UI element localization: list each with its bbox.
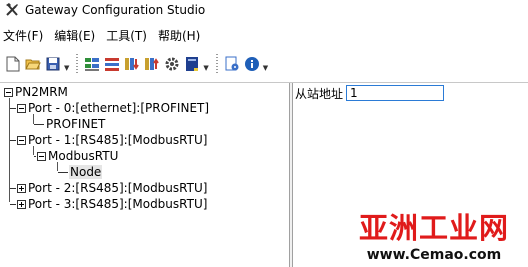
delete-module-icon[interactable] bbox=[103, 55, 121, 73]
tree-node-modbusrtu[interactable]: ModbusRTU bbox=[34, 148, 119, 164]
toolbar: ▼ ▼ ▼ bbox=[0, 50, 528, 78]
tree-connector bbox=[10, 187, 16, 189]
menu-file[interactable]: 文件(F) bbox=[0, 27, 51, 44]
toolbar-separator bbox=[214, 54, 219, 74]
menu-help[interactable]: 帮助(H) bbox=[155, 27, 208, 44]
collapse-icon[interactable] bbox=[4, 87, 13, 97]
tree-node-label: Node bbox=[69, 165, 103, 179]
info-icon[interactable] bbox=[243, 55, 261, 73]
menu-edit[interactable]: 编辑(E) bbox=[51, 27, 103, 44]
slave-address-label: 从站地址 bbox=[295, 86, 344, 101]
open-folder-icon[interactable] bbox=[24, 55, 42, 73]
upload-icon[interactable] bbox=[143, 55, 161, 73]
app-window: Gateway Configuration Studio 文件(F) 编辑(E)… bbox=[0, 0, 528, 267]
tree-connector bbox=[58, 171, 68, 173]
tree-connector bbox=[34, 123, 44, 125]
tree-node-port1[interactable]: Port - 1:[RS485]:[ModbusRTU] bbox=[10, 132, 208, 148]
tree-node-label: PROFINET bbox=[46, 117, 106, 131]
collapse-icon[interactable] bbox=[17, 135, 26, 145]
tree-node-label: Port - 0:[ethernet]:[PROFINET] bbox=[28, 101, 210, 115]
doc-stamp-icon[interactable] bbox=[223, 55, 241, 73]
tree-connector bbox=[10, 139, 16, 141]
toolbar-divider bbox=[0, 82, 528, 83]
book-icon[interactable] bbox=[183, 55, 201, 73]
save-icon[interactable] bbox=[44, 55, 62, 73]
tools-icon bbox=[4, 2, 20, 18]
tree-connector bbox=[10, 203, 16, 205]
tree-node-root[interactable]: PN2MRM bbox=[4, 84, 69, 100]
expand-icon[interactable] bbox=[17, 183, 26, 193]
save-dropdown-arrow-icon[interactable]: ▼ bbox=[64, 64, 69, 72]
tree-node-node[interactable]: Node bbox=[58, 164, 103, 180]
slave-address-input[interactable] bbox=[346, 85, 445, 101]
window-title: Gateway Configuration Studio bbox=[25, 3, 206, 17]
tree-node-label: Port - 3:[RS485]:[ModbusRTU] bbox=[28, 197, 208, 211]
toolbar-separator bbox=[75, 54, 80, 74]
tree-node-profinet[interactable]: PROFINET bbox=[34, 116, 106, 132]
settings-gear-icon[interactable] bbox=[163, 55, 181, 73]
tree-node-port2[interactable]: Port - 2:[RS485]:[ModbusRTU] bbox=[10, 180, 208, 196]
tree-node-label: ModbusRTU bbox=[48, 149, 119, 163]
info-dropdown-arrow-icon[interactable]: ▼ bbox=[263, 64, 268, 72]
tree-node-label: Port - 1:[RS485]:[ModbusRTU] bbox=[28, 133, 208, 147]
expand-icon[interactable] bbox=[17, 199, 26, 209]
add-module-icon[interactable] bbox=[83, 55, 101, 73]
tree-node-port0[interactable]: Port - 0:[ethernet]:[PROFINET] bbox=[10, 100, 210, 116]
tree-node-label: Port - 2:[RS485]:[ModbusRTU] bbox=[28, 181, 208, 195]
menu-bar: 文件(F) 编辑(E) 工具(T) 帮助(H) bbox=[0, 25, 208, 45]
collapse-icon[interactable] bbox=[17, 103, 26, 113]
tree-node-label: PN2MRM bbox=[15, 85, 68, 99]
download-icon[interactable] bbox=[123, 55, 141, 73]
tree-connector bbox=[34, 155, 36, 157]
device-tree-pane: PN2MRM Port - 0:[ethernet]:[PROFINET] PR… bbox=[0, 84, 289, 267]
properties-pane: 从站地址 bbox=[293, 84, 528, 267]
title-bar: Gateway Configuration Studio bbox=[0, 0, 528, 20]
new-icon[interactable] bbox=[4, 55, 22, 73]
slave-address-row: 从站地址 bbox=[295, 84, 445, 102]
tree-node-port3[interactable]: Port - 3:[RS485]:[ModbusRTU] bbox=[10, 196, 208, 212]
collapse-icon[interactable] bbox=[37, 151, 46, 161]
menu-tools[interactable]: 工具(T) bbox=[103, 27, 155, 44]
tree-connector bbox=[10, 107, 16, 109]
book-dropdown-arrow-icon[interactable]: ▼ bbox=[203, 64, 208, 72]
